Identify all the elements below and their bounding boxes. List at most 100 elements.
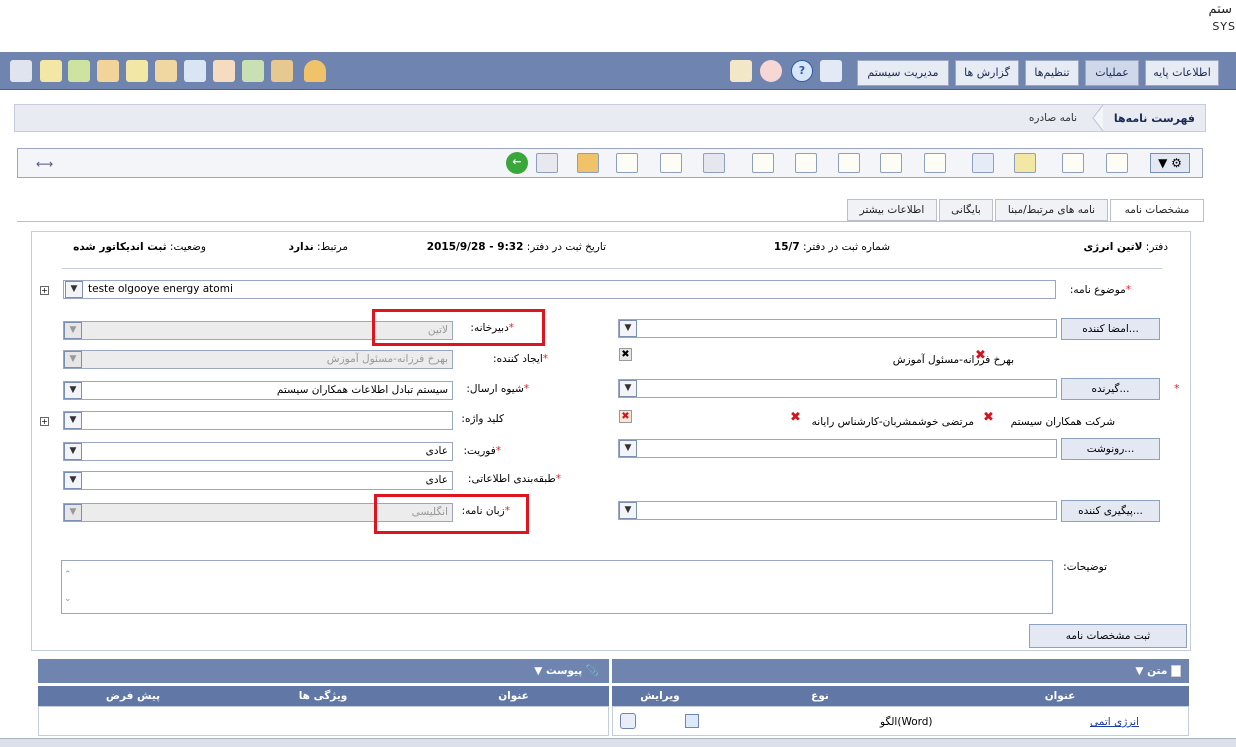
mail-new-icon[interactable] (1106, 153, 1128, 173)
signer-input[interactable] (618, 319, 1057, 338)
subject-dropdown-icon[interactable]: ▼ (65, 281, 83, 298)
recipient-dropdown-icon[interactable]: ▼ (619, 380, 637, 397)
keyword-dropdown-icon[interactable]: ▼ (64, 412, 82, 429)
remove-recipient-1-icon[interactable]: ✖ (983, 410, 994, 425)
mail-sign-icon[interactable] (924, 153, 946, 173)
classification-dropdown-icon[interactable]: ▼ (64, 472, 82, 489)
mail-star-icon[interactable] (660, 153, 682, 173)
urgency-dropdown-icon[interactable]: ▼ (64, 443, 82, 460)
edit-pencil-icon[interactable] (685, 714, 699, 728)
print-preview-icon[interactable] (536, 153, 558, 173)
cc-input[interactable] (618, 439, 1057, 458)
send-method-dropdown-icon[interactable]: ▼ (64, 382, 82, 399)
box-icon[interactable] (271, 60, 293, 82)
search-icon[interactable] (184, 60, 206, 82)
save-details-button[interactable]: ثبت مشخصات نامه (1029, 624, 1187, 648)
chart-icon[interactable] (1014, 153, 1036, 173)
book-icon[interactable] (730, 60, 752, 82)
regdate-value: 2015/9/28 - 9:32 (426, 241, 524, 253)
followup-input[interactable] (618, 501, 1057, 520)
breadcrumb-title[interactable]: فهرست نامه‌ها (1114, 112, 1195, 125)
tab-divider (17, 221, 1204, 222)
mail-user-icon[interactable] (752, 153, 774, 173)
mail-delete-icon[interactable] (795, 153, 817, 173)
subject-label: *موضوع نامه: (1069, 284, 1131, 296)
chevron-down-icon[interactable]: ▼ (534, 665, 542, 677)
text-col-edit[interactable]: ویرایش (612, 686, 708, 706)
tab-letter-details[interactable]: مشخصات نامه (1110, 199, 1204, 222)
logout-icon[interactable] (760, 60, 782, 82)
attach-col-default[interactable]: پیش فرض (38, 686, 228, 706)
archive-icon[interactable] (155, 60, 177, 82)
resize-arrows-icon[interactable]: ⟷ (36, 157, 70, 171)
recipient-input[interactable] (618, 379, 1057, 398)
followup-button[interactable]: پیگیری کننده... (1061, 500, 1160, 522)
text-col-type[interactable]: نوع (708, 686, 932, 706)
urgency-select[interactable]: عادی (63, 442, 453, 461)
tab-archive[interactable]: بایگانی (939, 199, 993, 221)
cc-dropdown-icon[interactable]: ▼ (619, 440, 637, 457)
clear-recipients-icon[interactable]: ✖ (619, 410, 632, 423)
outgoing-icon[interactable] (97, 60, 119, 82)
document-icon (1171, 665, 1181, 677)
settings-dropdown-icon[interactable]: ▼ ⚙ (1150, 153, 1190, 173)
regno-value: 15/7 (773, 241, 800, 253)
copy-icon[interactable] (972, 153, 994, 173)
recipient-button[interactable]: گیرنده... (1061, 378, 1160, 400)
followup-dropdown-icon[interactable]: ▼ (619, 502, 637, 519)
list-icon[interactable] (10, 60, 32, 82)
tab-more-info[interactable]: اطلاعات بیشتر (847, 199, 937, 221)
classification-select[interactable]: عادی (63, 471, 453, 490)
creator-label-text: ایجاد کننده: (493, 353, 543, 365)
tab-settings[interactable]: تنظیم‌ها (1025, 60, 1079, 86)
subject-input[interactable]: teste olgooye energy atomi (63, 280, 1056, 299)
incoming-icon[interactable] (68, 60, 90, 82)
print-icon[interactable] (213, 60, 235, 82)
attach-col-props[interactable]: ویژگی ها (228, 686, 418, 706)
urgency-label-text: فوریت: (463, 445, 496, 457)
fullscreen-icon[interactable] (820, 60, 842, 82)
chevron-down-icon[interactable]: ▼ (1135, 665, 1143, 677)
help-icon[interactable]: ? (791, 60, 813, 82)
mail-forward-icon[interactable] (838, 153, 860, 173)
classification-label-text: طبقه‌بندی اطلاعاتی: (467, 473, 556, 485)
secretariat-dropdown-icon: ▼ (64, 322, 82, 339)
users-icon[interactable] (242, 60, 264, 82)
mail-edit-icon[interactable] (880, 153, 902, 173)
urgency-label: *فوریت: (463, 445, 501, 457)
bell-icon[interactable] (304, 60, 326, 82)
attach-col-title[interactable]: عنوان (418, 686, 609, 706)
signer-button[interactable]: امضا کننده... (1061, 318, 1160, 340)
remove-signer-icon[interactable]: ✖ (975, 348, 986, 363)
regno-info: شماره ثبت در دفتر: 15/7 (774, 241, 890, 253)
regdate-info: تاریخ ثبت در دفتر: 2015/9/28 - 9:32 (427, 241, 606, 253)
edit-letter-icon[interactable] (40, 60, 62, 82)
tab-related-letters[interactable]: نامه های مرتبط/مبنا (995, 199, 1108, 221)
mail-trash-icon[interactable] (1062, 153, 1084, 173)
scroll-down-icon[interactable]: ⌄ (64, 594, 72, 604)
expand-subject-icon[interactable]: + (40, 286, 49, 295)
mail-print-icon[interactable] (703, 153, 725, 173)
expand-keyword-icon[interactable]: + (40, 417, 49, 426)
tab-base-info[interactable]: اطلاعات پایه (1145, 60, 1219, 86)
back-icon[interactable]: ← (506, 152, 528, 174)
view-icon[interactable] (620, 713, 636, 729)
scroll-up-icon[interactable]: ⌃ (64, 570, 72, 580)
remove-recipient-2-icon[interactable]: ✖ (790, 410, 801, 425)
related-info: مرتبط: ندارد (289, 241, 348, 253)
subject-label-text: موضوع نامه: (1069, 284, 1126, 296)
internal-icon[interactable] (126, 60, 148, 82)
clear-signers-icon[interactable]: ✖ (619, 348, 632, 361)
tab-reports[interactable]: گزارش ها (955, 60, 1019, 86)
tab-operations[interactable]: عملیات (1085, 60, 1139, 86)
signer-dropdown-icon[interactable]: ▼ (619, 320, 637, 337)
cc-button[interactable]: رونوشت... (1061, 438, 1160, 460)
notes-textarea[interactable] (61, 560, 1053, 614)
text-col-title[interactable]: عنوان (931, 686, 1189, 706)
mail-icon[interactable] (616, 153, 638, 173)
tab-system-management[interactable]: مدیریت سیستم (857, 60, 949, 86)
text-row-title-link[interactable]: انرژی اتمی (1090, 716, 1139, 728)
folder-icon[interactable] (577, 153, 599, 173)
send-method-input[interactable]: سیستم تبادل اطلاعات همکاران سیستم (63, 381, 453, 400)
keyword-input[interactable] (63, 411, 453, 430)
